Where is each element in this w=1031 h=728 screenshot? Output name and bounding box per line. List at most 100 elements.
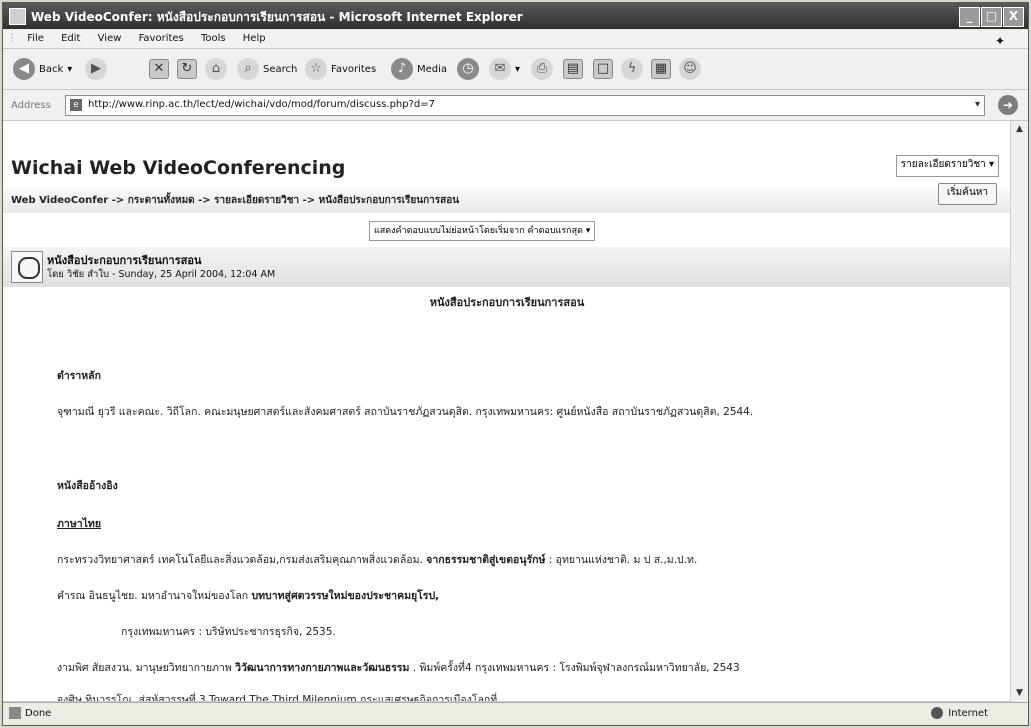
history-icon: ◷ <box>457 58 479 80</box>
thai-section-label: ภาษาไทย <box>57 518 101 530</box>
reference-1-author: กระทรวงวิทยาศาสตร์ เทคโนโลยีและสิ่งแวดล้… <box>57 554 423 566</box>
favorites-star-icon: ☆ <box>305 58 327 80</box>
media-label: Media <box>417 63 448 75</box>
favorites-label: Favorites <box>331 63 377 75</box>
post-heading: หนังสือประกอบการเรียนการสอน <box>429 296 585 309</box>
reference-3-title: วิวัฒนาการทางกายภาพและวัฒนธรรม <box>235 662 410 674</box>
stop-button[interactable]: ✕ <box>149 55 169 83</box>
page-content: Wichai Web VideoConferencing รายละเอียดร… <box>3 121 1011 702</box>
back-label: Back <box>39 63 64 75</box>
scroll-up-icon[interactable]: ▲ <box>1011 121 1028 137</box>
messenger-button[interactable]: ϟ <box>621 55 643 83</box>
mail-dropdown-icon: ▾ <box>515 63 521 75</box>
reference-2-title: บทบาทสู่ศตวรรษใหม่ของประชาคมยุโรป, <box>251 590 440 602</box>
security-zone: Internet <box>931 707 988 719</box>
reference-2-author: คำรณ อินธนูไชย. มหาอำนาจใหม่ของโลก <box>57 590 249 602</box>
menu-tools[interactable]: Tools <box>194 30 233 44</box>
home-button[interactable]: ⌂ <box>205 55 227 83</box>
nav-bar: Web VideoConfer -> กระดานทั้งหมด -> รายล… <box>3 187 1011 213</box>
breadcrumb[interactable]: Web VideoConfer -> กระดานทั้งหมด -> รายล… <box>11 193 459 208</box>
research-icon: ▦ <box>651 59 671 79</box>
search-button[interactable]: ⌕ Search <box>237 55 297 83</box>
window-title: Web VideoConfer: หนังสือประกอบการเรียนกา… <box>31 10 523 24</box>
post-byline: โดย วิชัย สำใบ - Sunday, 25 April 2004, … <box>47 269 276 280</box>
display-mode-value: แสดงคำตอบแบบไม่ย่อหน้าโดยเริ่มจาก คำตอบแ… <box>374 226 583 236</box>
address-url: http://www.rinp.ac.th/lect/ed/wichai/vdo… <box>88 99 436 110</box>
textbook-ref: จุฑามณี ยุวรี และคณะ. วิถีโลก. คณะมนุษยศ… <box>57 406 754 418</box>
print-icon: ⎙ <box>531 58 553 80</box>
chevron-down-icon: ▾ <box>988 159 994 170</box>
chevron-down-icon: ▾ <box>585 226 591 236</box>
reference-3-publisher: . พิมพ์ครั้งที่4 กรุงเทพมหานคร : โรงพิมพ… <box>412 662 740 674</box>
menu-favorites[interactable]: Favorites <box>132 30 191 44</box>
browser-window: Web VideoConfer: หนังสือประกอบการเรียนกา… <box>2 2 1029 726</box>
status-text: Done <box>25 708 52 719</box>
display-mode-select[interactable]: แสดงคำตอบแบบไม่ย่อหน้าโดยเริ่มจาก คำตอบแ… <box>369 221 596 241</box>
search-icon: ⌕ <box>237 58 259 80</box>
back-dropdown-icon: ▾ <box>67 63 73 75</box>
user-face-icon <box>18 257 40 279</box>
search-label: Search <box>263 63 298 75</box>
jump-select-value: รายละเอียดรายวิชา <box>900 159 986 170</box>
post-header: หนังสือประกอบการเรียนการสอน โดย วิชัย สำ… <box>3 247 1011 287</box>
menu-edit[interactable]: Edit <box>54 30 87 44</box>
reference-1: กระทรวงวิทยาศาสตร์ เทคโนโลยีและสิ่งแวดล้… <box>57 551 697 568</box>
menu-help[interactable]: Help <box>236 30 273 44</box>
standard-toolbar: ◀ Back ▾ ▶ ✕ ↻ ⌂ ⌕ Search ☆ Favorites ♪ … <box>3 49 1028 90</box>
discuss-button[interactable]: □ <box>593 55 613 83</box>
research-button[interactable]: ▦ <box>651 55 671 83</box>
refresh-icon: ↻ <box>177 59 197 79</box>
windows-logo-icon: ✦ <box>994 34 1006 48</box>
vertical-scrollbar[interactable]: ▲ ▼ <box>1010 121 1028 701</box>
address-input[interactable]: e http://www.rinp.ac.th/lect/ed/wichai/v… <box>65 95 985 116</box>
menu-bar: ⋮ File Edit View Favorites Tools Help ✦ <box>3 30 1028 49</box>
people-icon: ☺ <box>679 58 701 80</box>
messenger-icon: ϟ <box>621 58 643 80</box>
address-label: Address <box>11 100 51 111</box>
jump-select[interactable]: รายละเอียดรายวิชา ▾ <box>895 155 999 177</box>
close-button[interactable]: X <box>1003 7 1024 27</box>
minimize-button[interactable]: _ <box>959 7 980 27</box>
reference-4: จงศิษ ทินวรรโณ. สู่สหัสวรรษที่ 3 Toward … <box>57 694 498 702</box>
internet-globe-icon <box>931 707 944 719</box>
favorites-button[interactable]: ☆ Favorites <box>305 55 376 83</box>
reference-1-title: จากธรรมชาติสู่เขตอนุรักษ์ <box>426 554 546 566</box>
mail-button[interactable]: ✉ ▾ <box>489 55 520 83</box>
avatar[interactable] <box>11 251 43 283</box>
scroll-down-icon[interactable]: ▼ <box>1011 685 1028 701</box>
reference-2: คำรณ อินธนูไชย. มหาอำนาจใหม่ของโลก บทบาท… <box>57 587 439 604</box>
extra-tool-button[interactable]: ☺ <box>679 55 701 83</box>
status-bar: Done Internet <box>3 702 1028 725</box>
back-button[interactable]: ◀ Back ▾ <box>13 55 72 83</box>
menu-grip: ⋮ <box>7 33 17 44</box>
forward-arrow-icon: ▶ <box>85 58 107 80</box>
maximize-button[interactable]: □ <box>981 7 1002 27</box>
status-done: Done <box>9 707 51 719</box>
refresh-button[interactable]: ↻ <box>177 55 197 83</box>
edit-page-icon: ▤ <box>563 59 583 79</box>
print-button[interactable]: ⎙ <box>531 55 553 83</box>
reference-3: งามพิศ สัยสงวน. มานุษยวิทยากายภาพ วิวัฒน… <box>57 659 740 676</box>
references-label: หนังสืออ้างอิง <box>57 480 118 492</box>
menu-view[interactable]: View <box>91 30 129 44</box>
media-button[interactable]: ♪ Media <box>391 55 447 83</box>
go-icon[interactable]: ➜ <box>998 95 1018 115</box>
forward-button[interactable]: ▶ <box>85 55 107 83</box>
textbook-label: ตำราหลัก <box>57 370 101 382</box>
edit-button[interactable]: ▤ <box>563 55 583 83</box>
forum-search-button[interactable]: เริ่มค้นหา <box>937 183 997 205</box>
title-bar[interactable]: Web VideoConfer: หนังสือประกอบการเรียนกา… <box>3 3 1028 29</box>
back-arrow-icon: ◀ <box>13 58 35 80</box>
mail-icon: ✉ <box>489 58 511 80</box>
media-icon: ♪ <box>391 58 413 80</box>
page-icon: e <box>70 99 82 111</box>
reference-2-publisher: กรุงเทพมหานคร : บริษัทประชากรธุรกิจ, 253… <box>121 626 336 638</box>
home-icon: ⌂ <box>205 58 227 80</box>
stop-icon: ✕ <box>149 59 169 79</box>
site-title: Wichai Web VideoConferencing <box>11 157 346 179</box>
history-button[interactable]: ◷ <box>457 55 479 83</box>
address-dropdown-icon[interactable]: ▾ <box>975 99 980 110</box>
menu-file[interactable]: File <box>20 30 51 44</box>
ie-app-icon <box>9 8 26 25</box>
address-bar: Address e http://www.rinp.ac.th/lect/ed/… <box>3 90 1028 121</box>
